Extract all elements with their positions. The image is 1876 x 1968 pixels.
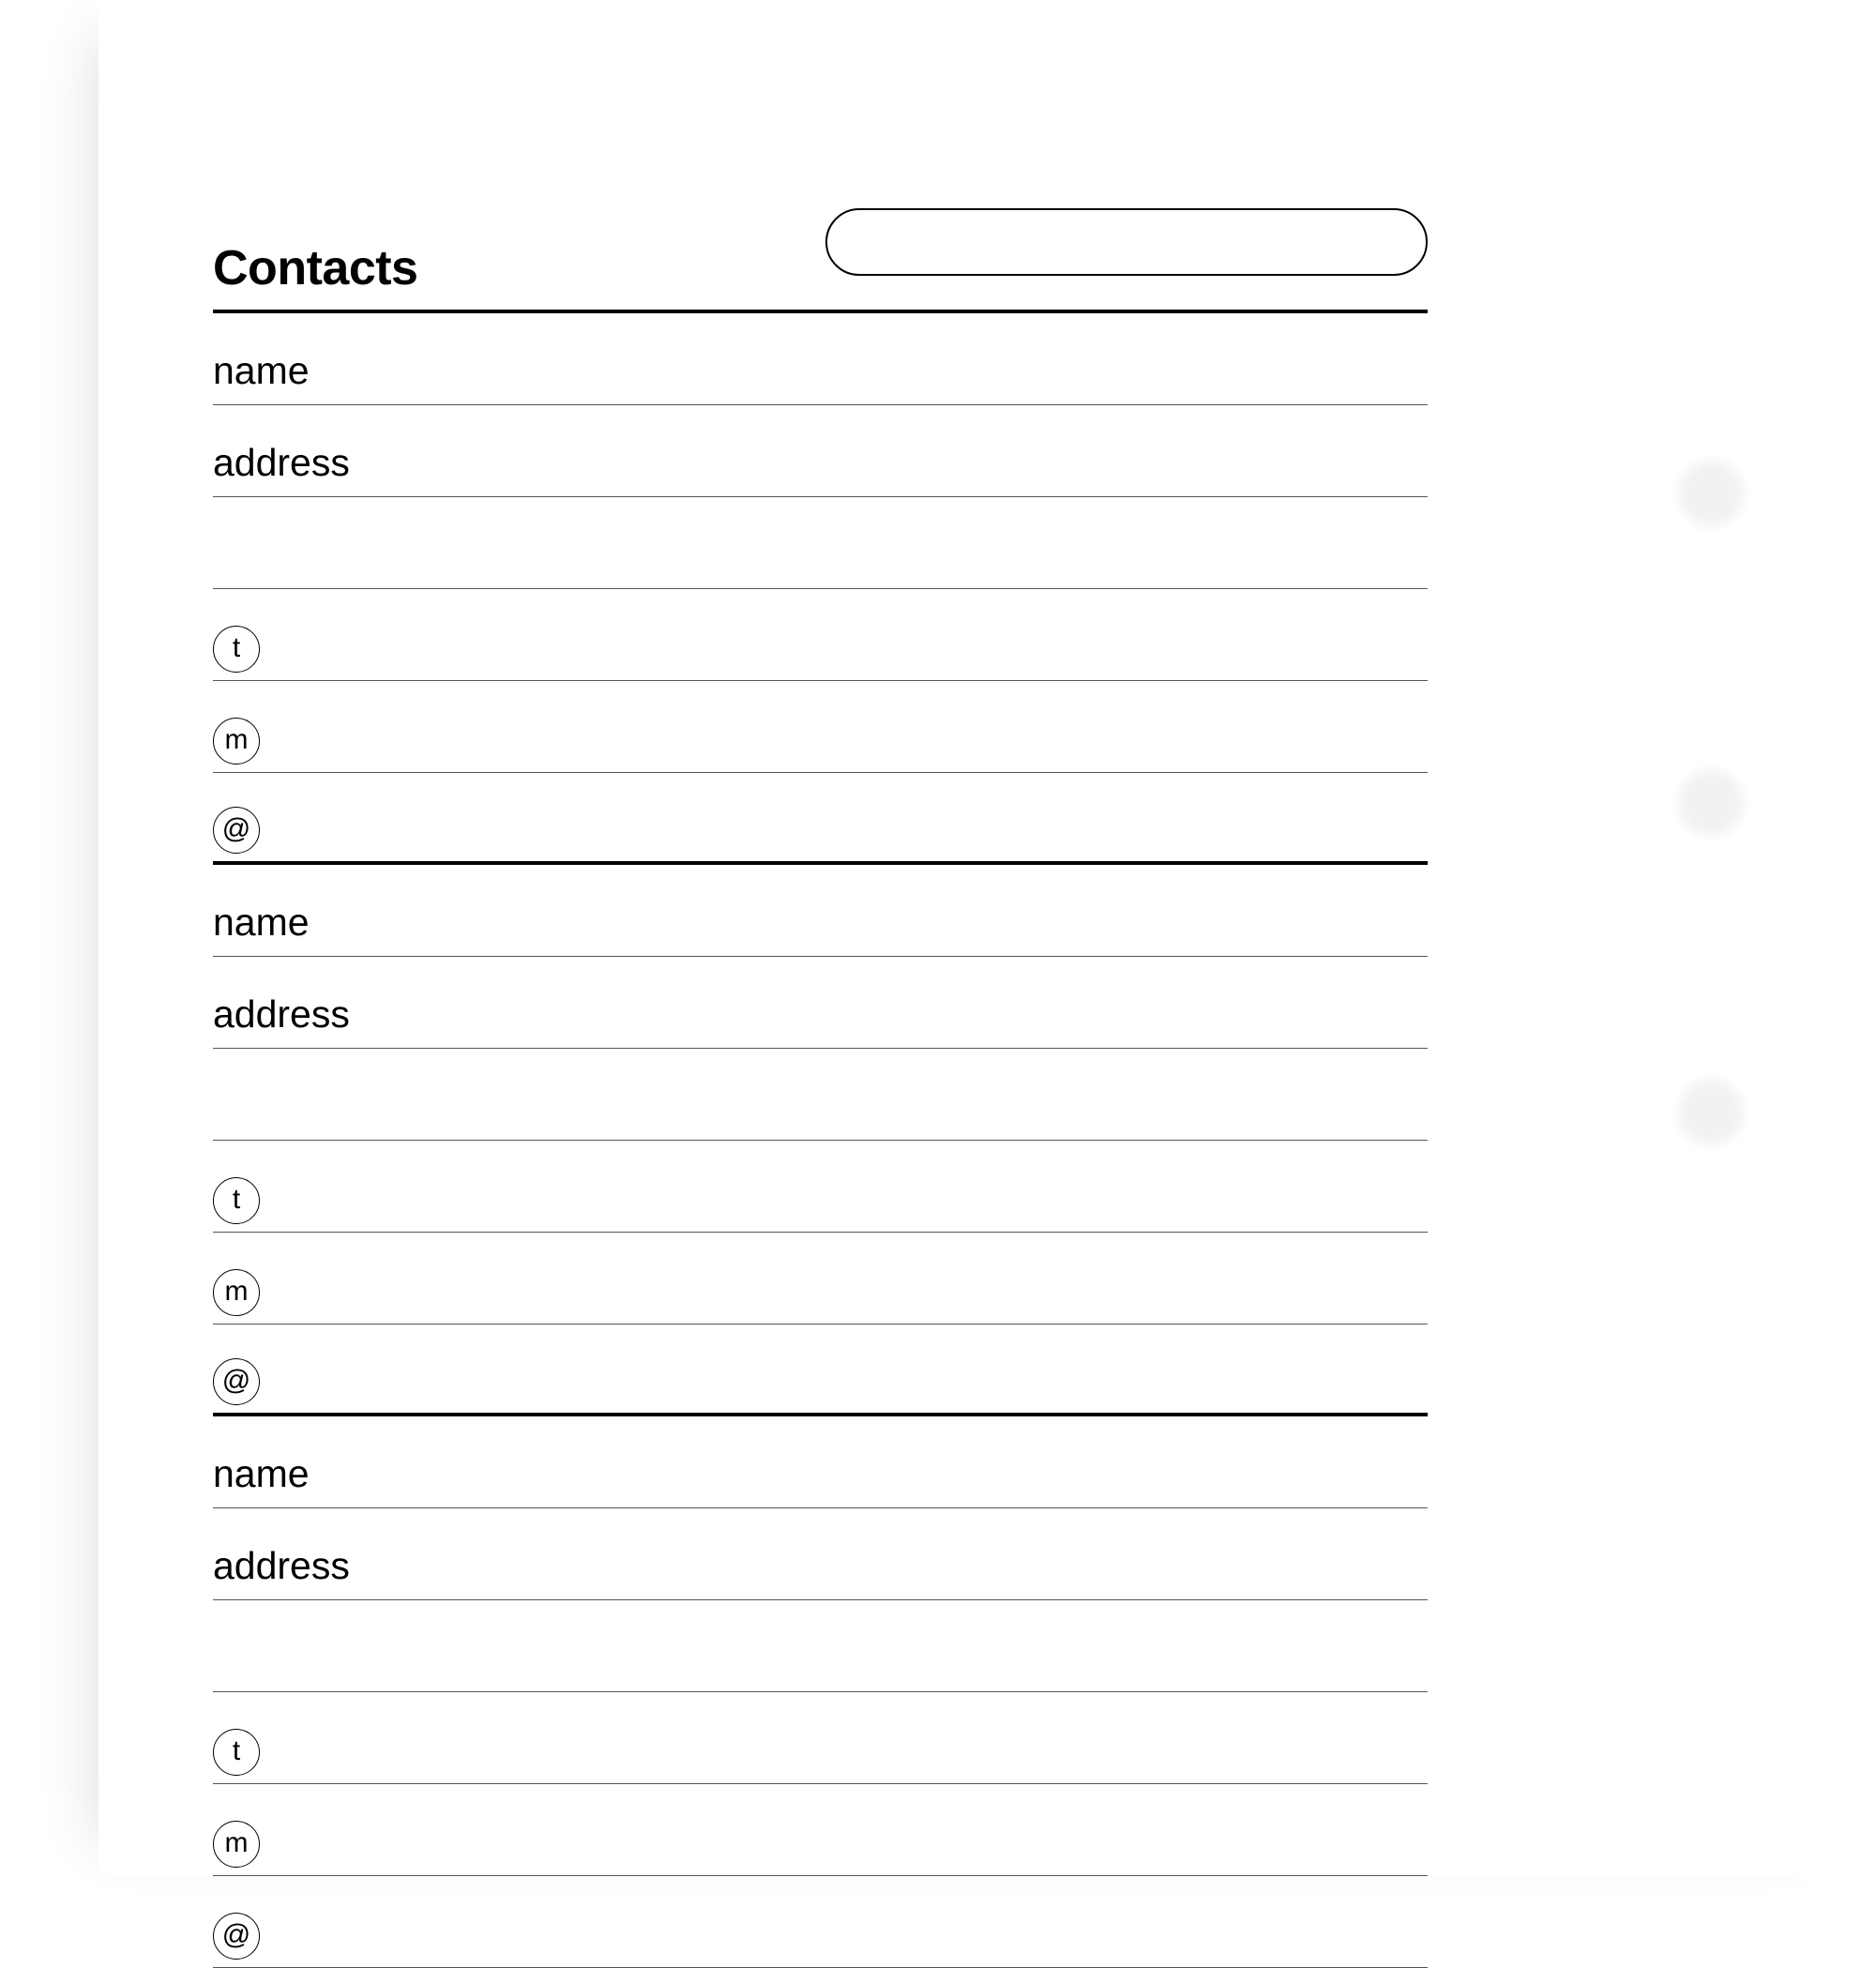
- name-label: name: [213, 1452, 310, 1496]
- address-label: address: [213, 992, 350, 1037]
- name-label: name: [213, 901, 310, 945]
- address-row-1[interactable]: address: [213, 1508, 1428, 1600]
- address-row-1[interactable]: address: [213, 405, 1428, 497]
- header-row: Contacts: [213, 208, 1428, 313]
- mobile-row[interactable]: m: [213, 681, 1428, 773]
- binder-hole-icon: [1672, 764, 1749, 841]
- address-row-2[interactable]: [213, 497, 1428, 589]
- telephone-icon: t: [213, 1177, 260, 1224]
- name-row[interactable]: name: [213, 313, 1428, 405]
- email-icon: @: [213, 807, 260, 854]
- mobile-icon: m: [213, 1821, 260, 1868]
- name-label: name: [213, 349, 310, 393]
- address-row-1[interactable]: address: [213, 957, 1428, 1049]
- address-label: address: [213, 1544, 350, 1588]
- telephone-row[interactable]: t: [213, 1692, 1428, 1784]
- email-row[interactable]: @: [213, 1325, 1428, 1416]
- alpha-tab-field[interactable]: [825, 208, 1428, 276]
- binder-hole-icon: [1672, 455, 1749, 532]
- page-title: Contacts: [213, 240, 417, 296]
- email-row[interactable]: @: [213, 773, 1428, 865]
- address-row-2[interactable]: [213, 1600, 1428, 1692]
- telephone-icon: t: [213, 626, 260, 673]
- mobile-row[interactable]: m: [213, 1784, 1428, 1876]
- name-row[interactable]: name: [213, 865, 1428, 957]
- telephone-row[interactable]: t: [213, 1141, 1428, 1233]
- email-icon: @: [213, 1358, 260, 1405]
- mobile-icon: m: [213, 718, 260, 764]
- email-row[interactable]: @: [213, 1876, 1428, 1968]
- mobile-icon: m: [213, 1269, 260, 1316]
- mobile-row[interactable]: m: [213, 1233, 1428, 1325]
- telephone-icon: t: [213, 1729, 260, 1776]
- telephone-row[interactable]: t: [213, 589, 1428, 681]
- email-icon: @: [213, 1913, 260, 1960]
- binder-hole-icon: [1672, 1074, 1749, 1151]
- viewport: Contacts name address t m @ name: [0, 0, 1876, 1876]
- name-row[interactable]: name: [213, 1416, 1428, 1508]
- address-label: address: [213, 441, 350, 485]
- planner-page: Contacts name address t m @ name: [98, 0, 1876, 1876]
- address-row-2[interactable]: [213, 1049, 1428, 1141]
- content-area: Contacts name address t m @ name: [213, 208, 1428, 1968]
